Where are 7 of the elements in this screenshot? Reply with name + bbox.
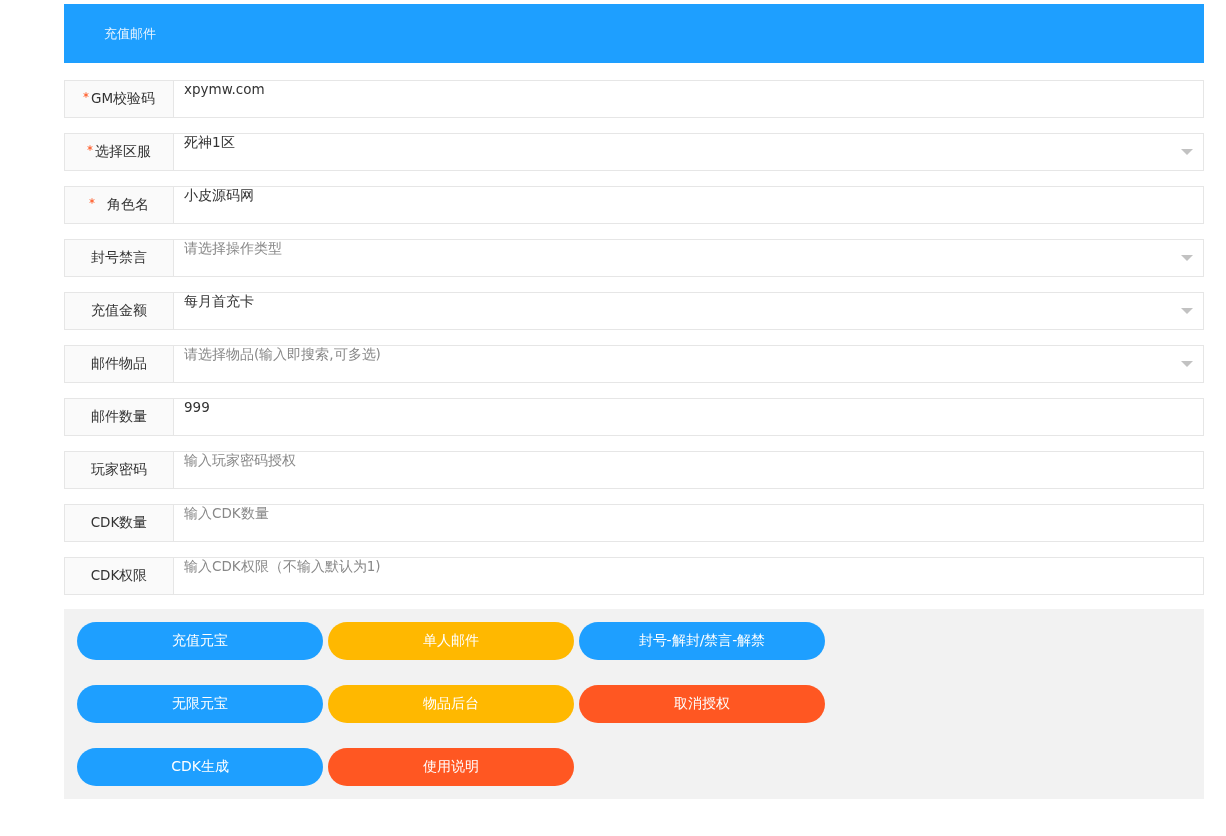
action-button[interactable]: 充值元宝	[77, 622, 323, 660]
header-title: 充值邮件	[104, 24, 156, 43]
action-button[interactable]: 取消授权	[579, 685, 825, 723]
action-button[interactable]: CDK生成	[77, 748, 323, 786]
action-button[interactable]: 使用说明	[328, 748, 574, 786]
action-button[interactable]: 封号-解封/禁言-解禁	[579, 622, 825, 660]
action-button[interactable]: 无限元宝	[77, 685, 323, 723]
